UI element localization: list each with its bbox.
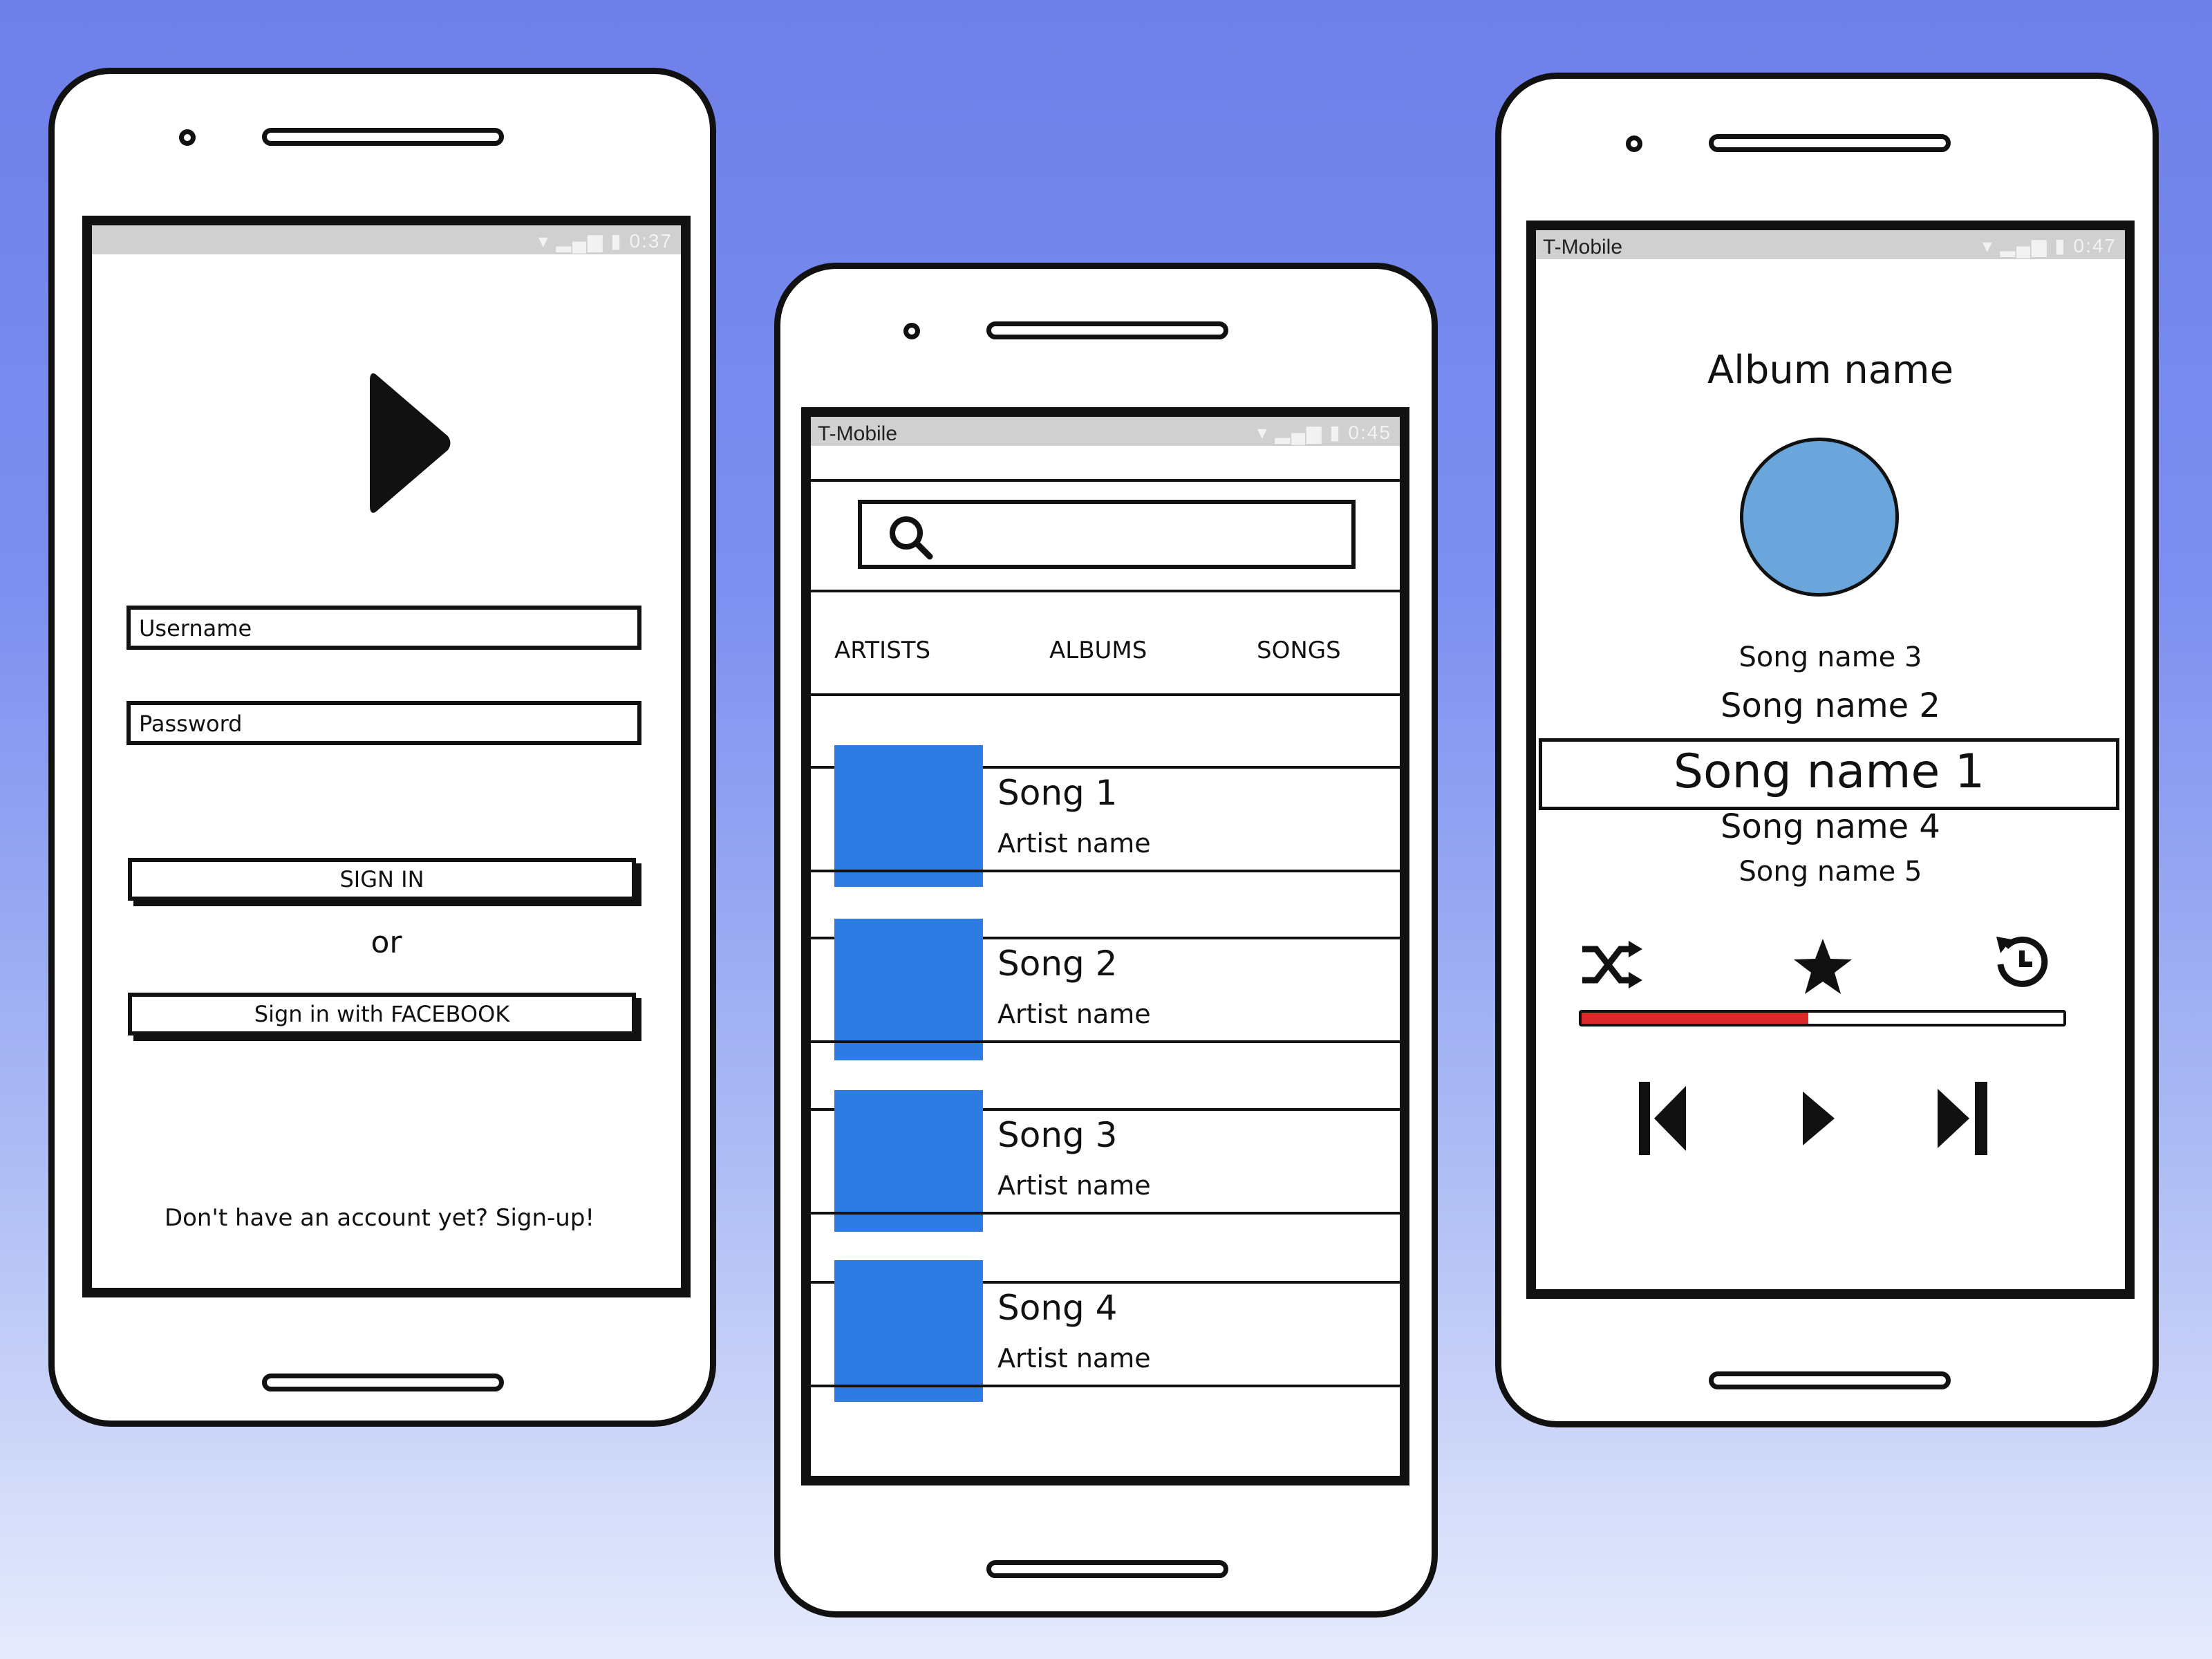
status-icons: ▾ ▂▄▆ ▮ 0:45	[1257, 422, 1391, 443]
song-cover-art	[834, 919, 983, 1060]
song-cover-art	[834, 745, 983, 887]
carrier-name: T-Mobile	[818, 422, 898, 445]
list-item[interactable]: Song 4 Artist name	[811, 1260, 1400, 1402]
sign-in-label: SIGN IN	[339, 866, 424, 892]
sign-in-button[interactable]: SIGN IN	[128, 858, 636, 901]
status-time: 0:37	[629, 230, 673, 252]
song-title: Song 3	[997, 1115, 1118, 1155]
row-bottom-line	[811, 1385, 1400, 1387]
earpiece-speaker	[986, 321, 1228, 339]
earpiece-speaker	[262, 128, 504, 146]
song-cover-art	[834, 1090, 983, 1232]
home-bar	[262, 1374, 504, 1391]
home-bar	[986, 1560, 1228, 1578]
queue-song-4[interactable]: Song name 4	[1536, 807, 2125, 846]
row-bottom-line	[811, 870, 1400, 872]
list-item[interactable]: Song 1 Artist name	[811, 745, 1400, 887]
carrier-name: T-Mobile	[1543, 236, 1623, 259]
front-camera	[903, 323, 920, 339]
status-time: 0:45	[1348, 422, 1391, 443]
tab-albums[interactable]: ALBUMS	[1049, 637, 1147, 664]
search-input[interactable]	[858, 500, 1356, 569]
password-field[interactable]: Password	[126, 701, 641, 745]
list-item[interactable]: Song 3 Artist name	[811, 1090, 1400, 1232]
username-field[interactable]: Username	[126, 606, 641, 650]
password-placeholder: Password	[139, 711, 243, 737]
login-phone: ▾ ▂▄▆ ▮ 0:37 Username Password SIGN IN o…	[48, 68, 716, 1427]
list-item[interactable]: Song 2 Artist name	[811, 919, 1400, 1060]
player-phone: T-Mobile ▾ ▂▄▆ ▮ 0:47 Album name Song na…	[1495, 73, 2159, 1427]
or-divider-text: or	[371, 925, 402, 960]
username-placeholder: Username	[139, 615, 252, 641]
song-artist: Artist name	[997, 1170, 1151, 1201]
progress-track[interactable]	[1579, 1010, 2066, 1027]
play-triangle-icon	[370, 373, 451, 513]
login-screen: ▾ ▂▄▆ ▮ 0:37 Username Password SIGN IN o…	[82, 216, 691, 1297]
library-screen: T-Mobile ▾ ▂▄▆ ▮ 0:45 ARTISTS ALBUMS SON…	[801, 407, 1409, 1485]
song-title: Song 4	[997, 1288, 1118, 1328]
replay-icon[interactable]	[1991, 930, 2053, 992]
home-bar	[1709, 1371, 1951, 1389]
status-bar: T-Mobile ▾ ▂▄▆ ▮ 0:45	[811, 417, 1400, 446]
star-icon[interactable]	[1792, 935, 1854, 997]
status-bar: T-Mobile ▾ ▂▄▆ ▮ 0:47	[1536, 230, 2125, 259]
queue-song-3[interactable]: Song name 3	[1536, 641, 2125, 673]
status-icons: ▾ ▂▄▆ ▮ 0:37	[538, 230, 673, 252]
play-icon[interactable]	[1799, 1087, 1840, 1150]
facebook-sign-in-button[interactable]: Sign in with FACEBOOK	[128, 993, 636, 1035]
queue-song-2[interactable]: Song name 2	[1536, 686, 2125, 725]
song-artist: Artist name	[997, 999, 1151, 1029]
album-name: Album name	[1707, 348, 1954, 393]
facebook-sign-in-label: Sign in with FACEBOOK	[254, 1001, 510, 1027]
progress-fill	[1582, 1013, 1808, 1024]
song-artist: Artist name	[997, 1343, 1151, 1374]
search-band	[811, 479, 1400, 482]
next-icon[interactable]	[1933, 1080, 1996, 1156]
earpiece-speaker	[1709, 134, 1951, 152]
song-artist: Artist name	[997, 828, 1151, 859]
tab-artists[interactable]: ARTISTS	[834, 637, 930, 664]
song-title: Song 1	[997, 773, 1118, 813]
front-camera	[1626, 135, 1642, 152]
library-phone: T-Mobile ▾ ▂▄▆ ▮ 0:45 ARTISTS ALBUMS SON…	[774, 263, 1438, 1618]
tab-songs[interactable]: SONGS	[1257, 637, 1341, 664]
row-bottom-line	[811, 1040, 1400, 1043]
front-camera	[179, 129, 196, 146]
song-title: Song 2	[997, 944, 1118, 984]
previous-icon[interactable]	[1636, 1080, 1691, 1156]
search-band-bottom	[811, 590, 1400, 592]
row-bottom-line	[811, 1212, 1400, 1215]
shuffle-icon[interactable]	[1579, 935, 1644, 994]
current-song-highlight[interactable]: Song name 1	[1539, 738, 2119, 810]
queue-song-5[interactable]: Song name 5	[1536, 856, 2125, 888]
tabs-divider	[811, 693, 1400, 696]
song-cover-art	[834, 1260, 983, 1402]
search-icon	[890, 516, 933, 560]
status-time: 0:47	[2073, 235, 2117, 256]
album-art	[1740, 438, 1899, 597]
player-screen: T-Mobile ▾ ▂▄▆ ▮ 0:47 Album name Song na…	[1526, 221, 2135, 1299]
current-song-title: Song name 1	[1673, 744, 1985, 799]
sign-up-link[interactable]: Don't have an account yet? Sign-up!	[92, 1204, 681, 1232]
status-icons: ▾ ▂▄▆ ▮ 0:47	[1982, 235, 2117, 256]
status-bar: ▾ ▂▄▆ ▮ 0:37	[92, 225, 681, 254]
